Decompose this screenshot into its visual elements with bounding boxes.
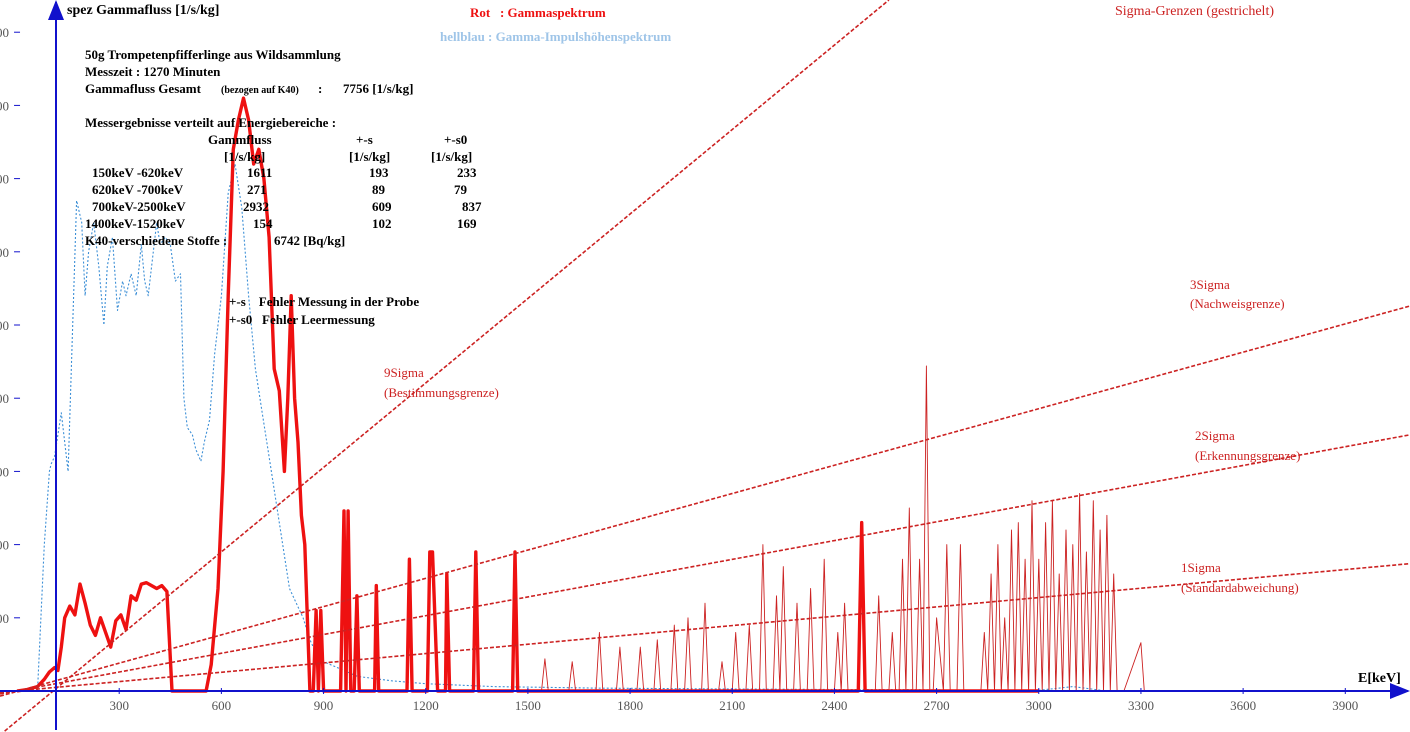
row-flux: 154 bbox=[253, 216, 273, 231]
measurement-time: Messzeit : 1270 Minuten bbox=[85, 64, 221, 79]
legend-blue-series: hellblau : Gamma-Impulshöhenspektrum bbox=[440, 29, 671, 44]
row-flux: 1611 bbox=[247, 165, 272, 180]
row-s0: 79 bbox=[454, 182, 468, 197]
row-s0: 233 bbox=[457, 165, 477, 180]
x-tick-label: 1500 bbox=[515, 698, 541, 713]
legend-red-series: Rot : Gammaspektrum bbox=[470, 5, 606, 20]
x-tick-label: 3900 bbox=[1332, 698, 1358, 713]
y-tick-label: 1000 bbox=[0, 538, 9, 553]
sample-description: 50g Trompetenpfifferlinge aus Wildsammlu… bbox=[85, 47, 341, 62]
spectrum-chart: 300 600 900 1200 1500 1800 2100 2400 2700 3000 330… bbox=[0, 0, 1410, 732]
note-s: +-s Fehler Messung in der Probe bbox=[229, 294, 419, 309]
sigma-line-4 bbox=[2, 0, 890, 732]
sigma-9-label: 9Sigma bbox=[384, 365, 424, 380]
y-tick-label: 2000 bbox=[0, 391, 9, 406]
col-header-flux: Gammfluss bbox=[208, 132, 272, 147]
row-flux: 271 bbox=[247, 182, 267, 197]
total-flux-value: 7756 [1/s/kg] bbox=[343, 81, 413, 96]
y-tick-label: 3500 bbox=[0, 172, 9, 187]
row-range: 700keV-2500keV bbox=[92, 199, 186, 214]
col-unit-s: [1/s/kg] bbox=[349, 149, 390, 164]
x-tick-label: 2700 bbox=[924, 698, 950, 713]
sigma-labels: 1Sigma (Standardabweichung) 2Sigma (Erke… bbox=[384, 277, 1300, 595]
row-s: 609 bbox=[372, 199, 392, 214]
total-flux-label: Gammafluss Gesamt bbox=[85, 81, 202, 96]
row-range: 150keV -620keV bbox=[92, 165, 184, 180]
results-heading: Messergebnisse verteilt auf Energieberei… bbox=[85, 115, 336, 130]
y-axis-label: spez Gammafluss [1/s/kg] bbox=[67, 3, 219, 18]
sigma-lines bbox=[0, 0, 1410, 732]
x-tick-label: 300 bbox=[109, 698, 129, 713]
row-s: 89 bbox=[372, 182, 386, 197]
y-tick-label: 500 bbox=[0, 611, 9, 626]
row-range: 1400keV-1520keV bbox=[85, 216, 186, 231]
y-tick-label: 4000 bbox=[0, 98, 9, 113]
x-tick-label: 1200 bbox=[413, 698, 439, 713]
sigma-1-sublabel: (Standardabweichung) bbox=[1181, 580, 1299, 595]
sigma-2-sublabel: (Erkennungsgrenze) bbox=[1195, 448, 1300, 463]
x-tick-label: 3300 bbox=[1128, 698, 1154, 713]
row-flux: 2932 bbox=[243, 199, 269, 214]
info-block: 50g Trompetenpfifferlinge aus Wildsammlu… bbox=[85, 47, 482, 327]
x-tick-label: 2100 bbox=[719, 698, 745, 713]
y-tick-label: 4500 bbox=[0, 25, 9, 40]
row-range: 620keV -700keV bbox=[92, 182, 184, 197]
k40-label: K40-verschiedene Stoffe : bbox=[85, 233, 227, 248]
sigma-9-sublabel: (Bestimmungsgrenze) bbox=[384, 385, 499, 400]
x-axis-label: E[keV] bbox=[1358, 671, 1401, 686]
y-tick-label: 2500 bbox=[0, 318, 9, 333]
total-flux-colon: : bbox=[318, 81, 322, 96]
total-flux-reference: (bezogen auf K40) bbox=[221, 85, 299, 96]
sigma-3-label: 3Sigma bbox=[1190, 277, 1230, 292]
sigma-line-3 bbox=[0, 305, 1410, 697]
x-tick-label: 600 bbox=[212, 698, 232, 713]
k40-value: 6742 [Bq/kg] bbox=[274, 233, 345, 248]
row-s: 193 bbox=[369, 165, 389, 180]
x-tick-label: 1800 bbox=[617, 698, 643, 713]
sigma-legend: Sigma-Grenzen (gestrichelt) bbox=[1115, 4, 1274, 19]
y-tick-label: 3000 bbox=[0, 245, 9, 260]
sigma-2-label: 2Sigma bbox=[1195, 428, 1235, 443]
row-s0: 837 bbox=[462, 199, 482, 214]
col-header-s: +-s bbox=[356, 132, 373, 147]
col-unit-s0: [1/s/kg] bbox=[431, 149, 472, 164]
x-tick-label: 2400 bbox=[821, 698, 847, 713]
y-tick-label: 1500 bbox=[0, 464, 9, 479]
col-unit-flux: [1/s/kg] bbox=[224, 149, 265, 164]
row-s0: 169 bbox=[457, 216, 477, 231]
x-tick-label: 900 bbox=[314, 698, 334, 713]
sigma-3-sublabel: (Nachweisgrenze) bbox=[1190, 296, 1285, 311]
sigma-1-label: 1Sigma bbox=[1181, 560, 1221, 575]
note-s0: +-s0 Fehler Leermessung bbox=[229, 312, 375, 327]
x-tick-label: 3000 bbox=[1026, 698, 1052, 713]
series-layer bbox=[16, 96, 1192, 693]
row-s: 102 bbox=[372, 216, 392, 231]
x-tick-label: 3600 bbox=[1230, 698, 1256, 713]
col-header-s0: +-s0 bbox=[444, 132, 467, 147]
